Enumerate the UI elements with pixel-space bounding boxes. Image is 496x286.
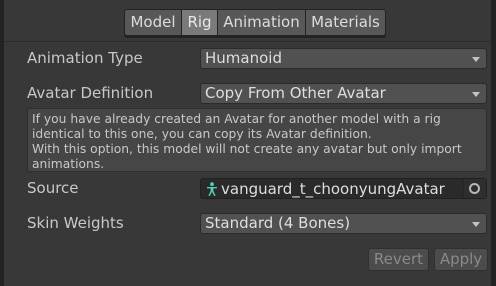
object-picker-button[interactable]	[463, 179, 486, 198]
avatar-definition-dropdown[interactable]: Copy From Other Avatar	[200, 83, 487, 104]
apply-button[interactable]: Apply	[434, 248, 488, 271]
dropdown-arrow-icon	[472, 92, 480, 97]
right-window-edge	[491, 0, 496, 286]
avatar-help-box: If you have already created an Avatar fo…	[27, 108, 487, 172]
tab-animation[interactable]: Animation	[218, 10, 306, 35]
animation-type-value: Humanoid	[205, 49, 282, 67]
skin-weights-dropdown[interactable]: Standard (4 Bones)	[200, 213, 487, 234]
header-separator	[4, 41, 491, 42]
skin-weights-label: Skin Weights	[27, 214, 124, 232]
source-object-field[interactable]: vanguard_t_choonyungAvatar	[200, 178, 487, 199]
source-value: vanguard_t_choonyungAvatar	[221, 180, 445, 198]
animation-type-label: Animation Type	[27, 49, 143, 67]
dropdown-arrow-icon	[472, 57, 480, 62]
importer-tab-bar: Model Rig Animation Materials	[124, 9, 386, 38]
skin-weights-value: Standard (4 Bones)	[205, 214, 351, 232]
avatar-definition-value: Copy From Other Avatar	[205, 84, 386, 102]
help-line: With this option, this model will not cr…	[32, 142, 462, 156]
help-line: If you have already created an Avatar fo…	[32, 112, 441, 126]
object-picker-icon	[469, 183, 480, 194]
avatar-icon	[207, 182, 217, 196]
source-label: Source	[27, 179, 79, 197]
tab-rig[interactable]: Rig	[182, 10, 218, 35]
help-line: identical to this one, you can copy its …	[32, 127, 372, 141]
dropdown-arrow-icon	[472, 222, 480, 227]
animation-type-dropdown[interactable]: Humanoid	[200, 48, 487, 69]
help-line: animations.	[32, 157, 105, 171]
revert-button[interactable]: Revert	[368, 248, 429, 271]
tab-model[interactable]: Model	[125, 10, 182, 35]
left-window-edge	[0, 0, 4, 286]
tab-materials[interactable]: Materials	[306, 10, 385, 35]
avatar-definition-label: Avatar Definition	[27, 84, 154, 102]
